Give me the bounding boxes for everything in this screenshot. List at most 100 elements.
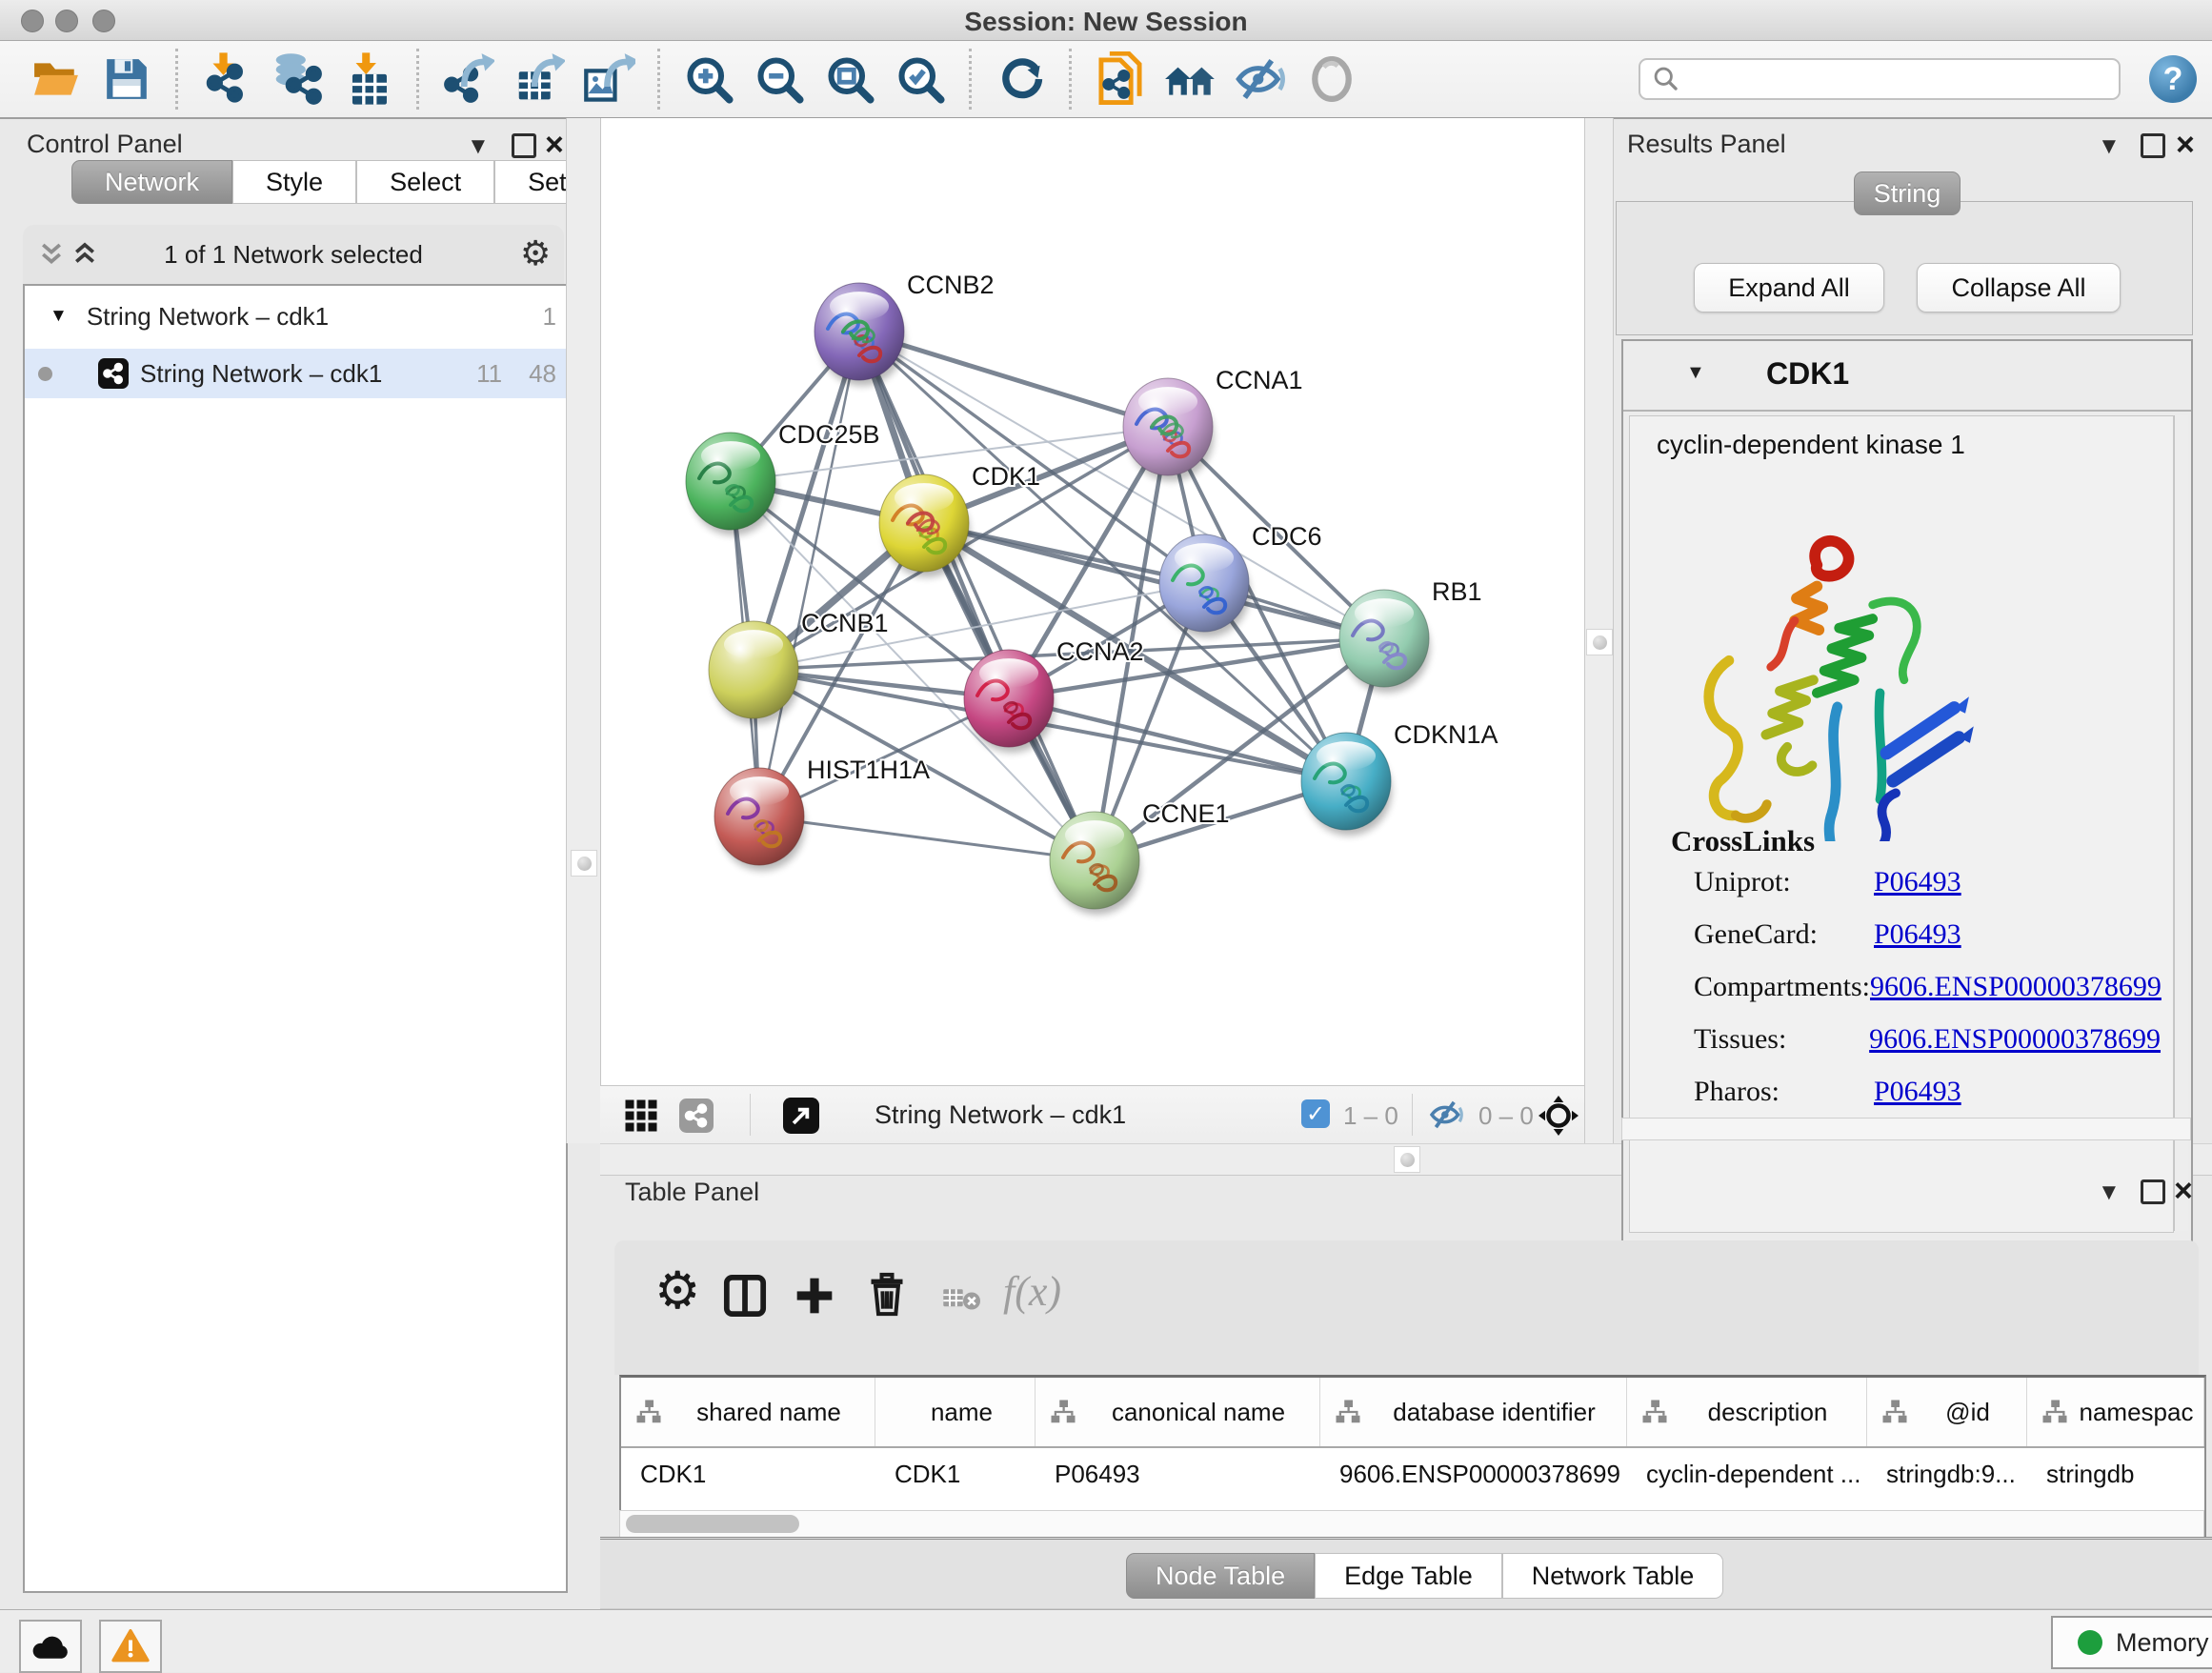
- tab-network[interactable]: Network: [71, 160, 232, 204]
- export-image-button[interactable]: [581, 51, 636, 107]
- tab-style[interactable]: Style: [232, 160, 356, 204]
- string-home-button[interactable]: [1163, 51, 1218, 107]
- network-node-CCNA1[interactable]: [1123, 378, 1214, 481]
- crosslink-value-link[interactable]: 9606.ENSP00000378699: [1869, 1023, 2161, 1056]
- results-horizontal-scrollbar[interactable]: [1621, 1118, 2191, 1140]
- results-vertical-scrollbar[interactable]: [2174, 415, 2188, 1231]
- column-header-name[interactable]: name: [875, 1378, 1036, 1446]
- crosslink-value-link[interactable]: 9606.ENSP00000378699: [1870, 971, 2162, 1003]
- crosslink-value-link[interactable]: P06493: [1874, 918, 1961, 951]
- scrollbar-thumb[interactable]: [626, 1515, 799, 1533]
- add-column-icon[interactable]: [794, 1273, 835, 1319]
- table-horizontal-scrollbar[interactable]: [619, 1510, 2204, 1539]
- crosslink-value-link[interactable]: P06493: [1874, 866, 1961, 898]
- save-session-button[interactable]: [99, 51, 154, 107]
- table-cell[interactable]: CDK1: [621, 1448, 875, 1501]
- collapse-all-button[interactable]: Collapse All: [1917, 263, 2121, 312]
- column-header-database-identifier[interactable]: database identifier: [1320, 1378, 1627, 1446]
- column-header-namespac[interactable]: namespac: [2027, 1378, 2204, 1446]
- tab-select[interactable]: Select: [356, 160, 494, 204]
- delete-column-icon[interactable]: [866, 1269, 908, 1320]
- gear-icon[interactable]: ⚙: [654, 1265, 700, 1317]
- open-session-button[interactable]: [29, 51, 84, 107]
- export-table-button[interactable]: [511, 51, 566, 107]
- zoom-out-button[interactable]: [752, 51, 807, 107]
- close-panel-icon[interactable]: ×: [2176, 135, 2195, 154]
- detach-view-icon[interactable]: [783, 1098, 819, 1134]
- float-panel-icon[interactable]: ▼: [2098, 135, 2121, 158]
- collapse-entry-icon[interactable]: ▼: [1686, 362, 1705, 384]
- gear-icon[interactable]: ⚙: [520, 236, 551, 271]
- table-cell[interactable]: cyclin-dependent ...: [1627, 1448, 1867, 1501]
- left-splitter[interactable]: [566, 118, 602, 1143]
- memory-button[interactable]: Memory: [2051, 1616, 2212, 1669]
- crosslink-value-link[interactable]: P06493: [1874, 1076, 1961, 1108]
- network-node-CDKN1A[interactable]: [1301, 733, 1392, 836]
- left-splitter-handle[interactable]: [571, 850, 597, 877]
- column-label: shared name: [696, 1398, 841, 1427]
- selected-checkbox[interactable]: ✓: [1301, 1099, 1330, 1128]
- import-network-database-button[interactable]: [270, 51, 325, 107]
- table-cell[interactable]: stringdb: [2027, 1448, 2204, 1501]
- network-node-CCNE1[interactable]: [1050, 812, 1140, 915]
- expand-all-button[interactable]: Expand All: [1694, 263, 1884, 312]
- import-network-button[interactable]: [199, 51, 254, 107]
- network-node-CCNB1[interactable]: [709, 621, 799, 724]
- column-header-shared-name[interactable]: shared name: [621, 1378, 875, 1446]
- column-header--id[interactable]: @id: [1867, 1378, 2027, 1446]
- table-cell[interactable]: P06493: [1036, 1448, 1320, 1501]
- export-network-button[interactable]: [440, 51, 495, 107]
- network-node-CDC25B[interactable]: [686, 433, 776, 535]
- network-collection-row[interactable]: ▼ String Network – cdk1 1: [25, 286, 566, 341]
- entry-name: CDK1: [1766, 356, 1849, 392]
- table-cell[interactable]: stringdb:9...: [1867, 1448, 2027, 1501]
- hidden-eye-icon[interactable]: [1427, 1099, 1467, 1130]
- tab-edge-table[interactable]: Edge Table: [1315, 1553, 1502, 1599]
- tree-expander-icon[interactable]: ▼: [50, 306, 68, 327]
- zoom-selected-button[interactable]: [893, 51, 948, 107]
- edge-CCNB2-CCNA1[interactable]: [859, 332, 1168, 427]
- network-row[interactable]: String Network – cdk1 11 48: [25, 349, 566, 398]
- share-document-button[interactable]: [1093, 51, 1148, 107]
- column-header-description[interactable]: description: [1627, 1378, 1867, 1446]
- node-label-RB1: RB1: [1432, 577, 1482, 606]
- column-header-canonical-name[interactable]: canonical name: [1036, 1378, 1320, 1446]
- cloud-button[interactable]: [19, 1620, 82, 1673]
- right-splitter-handle[interactable]: [1586, 629, 1613, 655]
- tab-node-table[interactable]: Node Table: [1126, 1553, 1315, 1599]
- table-cell[interactable]: CDK1: [875, 1448, 1036, 1501]
- edge-CCNB2-HIST1H1A[interactable]: [759, 332, 859, 816]
- show-graphics-button[interactable]: [1304, 51, 1359, 107]
- hide-graphics-button[interactable]: [1234, 51, 1289, 107]
- tab-string[interactable]: String: [1854, 171, 1961, 215]
- network-node-CDK1[interactable]: [879, 474, 970, 577]
- undock-panel-icon[interactable]: [2141, 1179, 2165, 1209]
- help-button[interactable]: ?: [2149, 55, 2197, 103]
- zoom-in-button[interactable]: [681, 51, 736, 107]
- network-node-RB1[interactable]: [1339, 590, 1430, 693]
- import-table-button[interactable]: [340, 51, 395, 107]
- float-panel-icon[interactable]: ▼: [2098, 1181, 2121, 1204]
- network-node-HIST1H1A[interactable]: [714, 768, 805, 871]
- table-row[interactable]: CDK1CDK1P064939606.ENSP00000378699cyclin…: [621, 1448, 2204, 1501]
- undock-panel-icon[interactable]: [2141, 133, 2165, 163]
- birdseye-grid-icon[interactable]: [624, 1099, 658, 1133]
- horizontal-splitter-handle[interactable]: [1394, 1146, 1420, 1173]
- undock-panel-icon[interactable]: [512, 133, 536, 163]
- close-panel-icon[interactable]: ×: [545, 135, 564, 154]
- float-panel-icon[interactable]: ▼: [467, 135, 490, 158]
- fit-content-icon[interactable]: [1538, 1096, 1579, 1136]
- edge-HIST1H1A-CCNE1[interactable]: [759, 816, 1095, 860]
- refresh-button[interactable]: [993, 51, 1048, 107]
- table-cell[interactable]: 9606.ENSP00000378699: [1320, 1448, 1627, 1501]
- tab-network-table[interactable]: Network Table: [1502, 1553, 1724, 1599]
- zoom-fit-button[interactable]: [822, 51, 877, 107]
- cdk1-header[interactable]: ▼ CDK1: [1623, 341, 2191, 412]
- warnings-button[interactable]: [99, 1620, 162, 1673]
- right-splitter[interactable]: [1584, 118, 1614, 1143]
- string-badge-icon[interactable]: [679, 1099, 714, 1133]
- close-panel-icon[interactable]: ×: [2174, 1181, 2193, 1200]
- network-canvas[interactable]: CCNB2CCNA1CDC25BCDK1CDC6RB1CCNB1CCNA2CDK…: [600, 118, 1585, 1085]
- search-input[interactable]: [1639, 58, 2121, 100]
- show-columns-icon[interactable]: [723, 1271, 767, 1320]
